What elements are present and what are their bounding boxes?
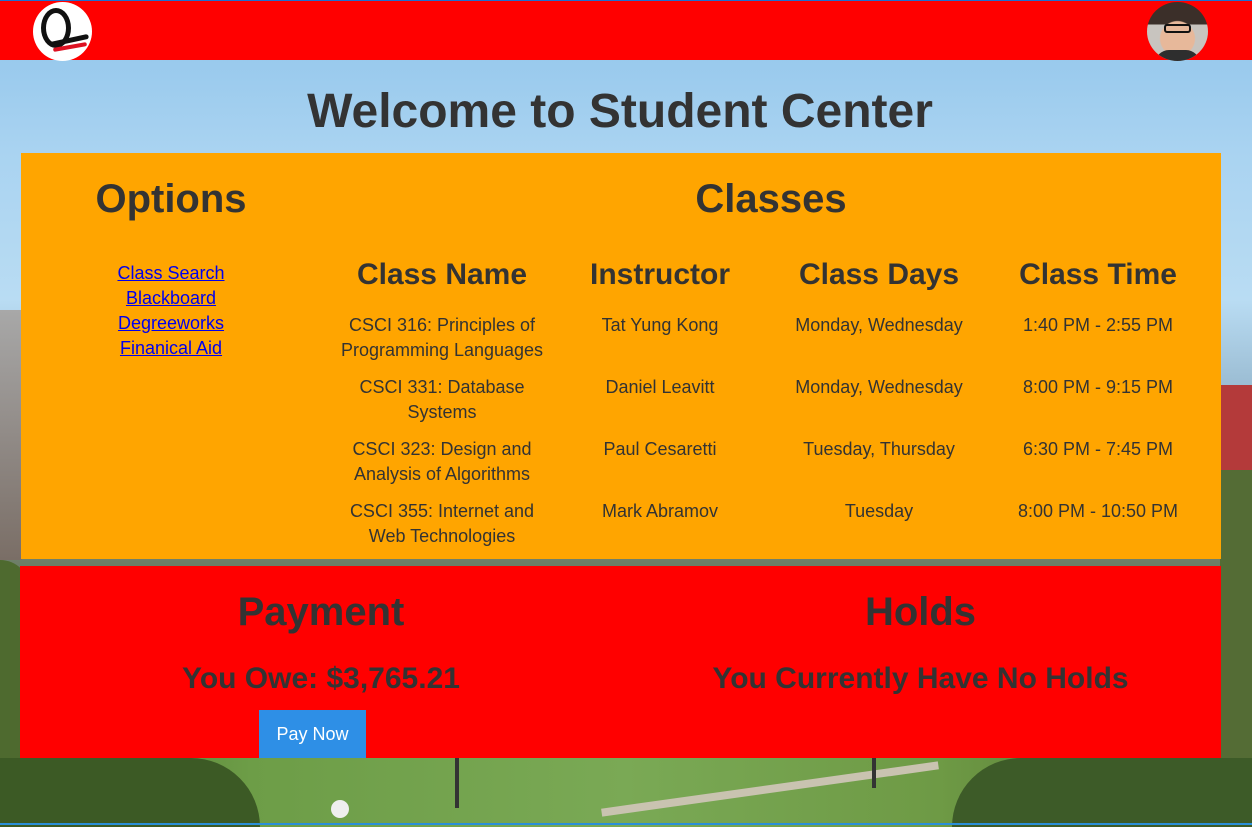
class-name-cell: CSCI 316: Principles of Programming Lang… bbox=[340, 315, 544, 360]
background-tree-left bbox=[0, 758, 260, 827]
blackboard-link[interactable]: Blackboard bbox=[21, 286, 321, 311]
class-time-cell: 6:30 PM - 7:45 PM bbox=[1022, 439, 1174, 459]
classes-table: Class Name Instructor Class Days Class T… bbox=[333, 258, 1207, 554]
financial-aid-link[interactable]: Finanical Aid bbox=[21, 336, 321, 361]
bottom-border bbox=[0, 823, 1252, 825]
holds-status: You Currently Have No Holds bbox=[712, 662, 1129, 695]
background-lamppost bbox=[872, 758, 876, 788]
column-header-class-time: Class Time bbox=[1019, 258, 1177, 291]
column-header-instructor: Instructor bbox=[589, 258, 730, 291]
table-header-row: Class Name Instructor Class Days Class T… bbox=[333, 258, 1207, 306]
instructor-cell: Daniel Leavitt bbox=[605, 377, 715, 397]
instructor-cell: Tat Yung Kong bbox=[601, 315, 719, 335]
table-row: CSCI 323: Design and Analysis of Algorit… bbox=[333, 430, 1207, 492]
top-header-bar bbox=[0, 0, 1252, 61]
school-logo[interactable] bbox=[33, 2, 92, 61]
class-time-cell: 8:00 PM - 10:50 PM bbox=[1017, 501, 1179, 521]
table-row: CSCI 331: Database Systems Daniel Leavit… bbox=[333, 368, 1207, 430]
column-header-class-name: Class Name bbox=[356, 258, 528, 291]
background-path bbox=[601, 761, 939, 817]
options-title: Options bbox=[95, 177, 247, 221]
options-column: Options Class Search Blackboard Degreewo… bbox=[21, 153, 321, 559]
payment-title: Payment bbox=[237, 590, 405, 634]
table-row: CSCI 316: Principles of Programming Lang… bbox=[333, 306, 1207, 368]
background-ball bbox=[331, 800, 349, 818]
class-days-cell: Monday, Wednesday bbox=[795, 377, 963, 397]
amount-owed: You Owe: $3,765.21 bbox=[182, 662, 460, 695]
class-time-cell: 8:00 PM - 9:15 PM bbox=[1022, 377, 1174, 397]
background-building-right bbox=[1220, 385, 1252, 475]
background-lamppost bbox=[455, 758, 459, 808]
page-title: Welcome to Student Center bbox=[307, 85, 933, 138]
degreeworks-link[interactable]: Degreeworks bbox=[21, 311, 321, 336]
class-search-link[interactable]: Class Search bbox=[21, 261, 321, 286]
payment-holds-panel: Payment You Owe: $3,765.21 Pay Now Holds… bbox=[20, 566, 1221, 758]
class-time-cell: 1:40 PM - 2:55 PM bbox=[1022, 315, 1174, 335]
class-days-cell: Tuesday, Thursday bbox=[803, 439, 955, 459]
background-building-left bbox=[0, 310, 22, 560]
class-name-cell: CSCI 331: Database Systems bbox=[359, 377, 525, 422]
instructor-cell: Paul Cesaretti bbox=[603, 439, 717, 459]
classes-title: Classes bbox=[695, 177, 847, 221]
class-name-cell: CSCI 323: Design and Analysis of Algorit… bbox=[352, 439, 532, 484]
background-trees-right bbox=[1220, 470, 1252, 760]
user-avatar[interactable] bbox=[1147, 2, 1208, 61]
holds-title: Holds bbox=[864, 590, 977, 634]
avatar-shirt bbox=[1155, 50, 1200, 61]
pay-now-button[interactable]: Pay Now bbox=[259, 710, 366, 758]
avatar-glasses bbox=[1164, 24, 1191, 33]
main-panel: Options Class Search Blackboard Degreewo… bbox=[21, 153, 1221, 559]
background-tree-right bbox=[952, 758, 1252, 827]
class-name-cell: CSCI 355: Internet and Web Technologies bbox=[349, 501, 535, 546]
table-row: CSCI 355: Internet and Web Technologies … bbox=[333, 492, 1207, 554]
class-days-cell: Monday, Wednesday bbox=[795, 315, 963, 335]
column-header-class-days: Class Days bbox=[798, 258, 960, 291]
instructor-cell: Mark Abramov bbox=[601, 501, 719, 521]
class-days-cell: Tuesday bbox=[844, 501, 914, 521]
options-links: Class Search Blackboard Degreeworks Fina… bbox=[21, 261, 321, 361]
background-lawn bbox=[0, 758, 1252, 827]
